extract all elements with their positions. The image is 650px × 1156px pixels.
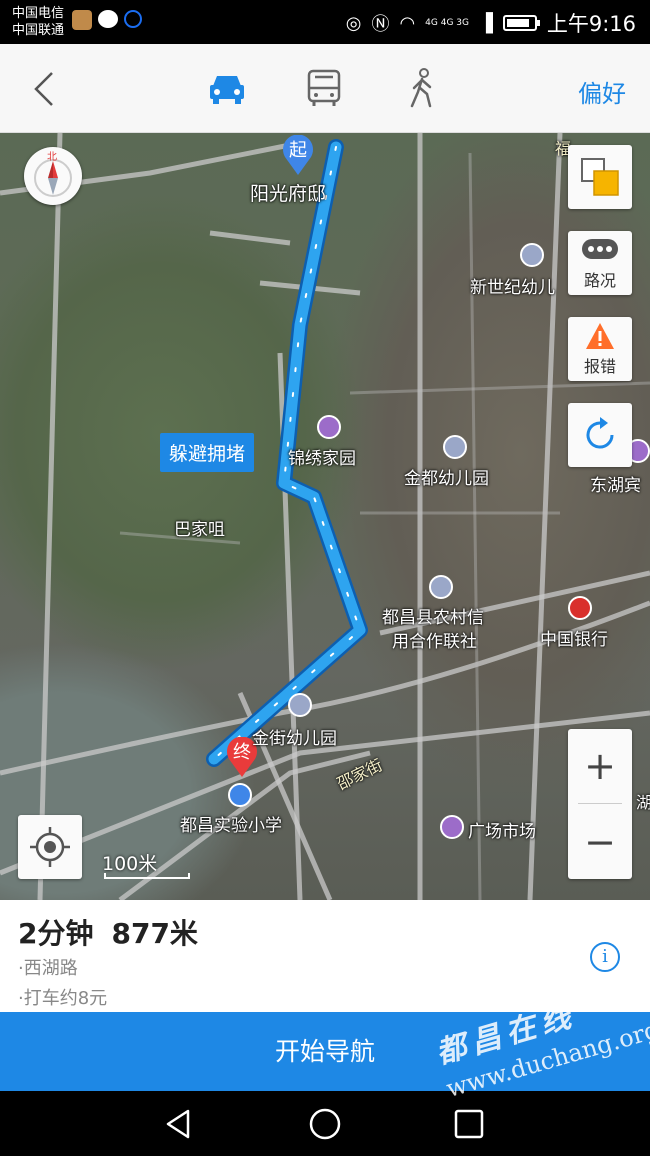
status-bar: 中国电信 中国联通 ◎ Ⓝ ◠ 4G 4G 3G ▐ 上午9:16	[0, 0, 650, 44]
scale-bar	[104, 873, 190, 879]
locate-icon	[30, 827, 70, 867]
home-poi-icon	[317, 415, 341, 439]
nfc-icon: Ⓝ	[371, 14, 390, 35]
location-icon: ◎	[345, 12, 362, 34]
car-icon[interactable]	[205, 68, 249, 108]
notification-icons	[72, 10, 142, 30]
road-network	[0, 133, 650, 900]
report-error-label: 报错	[583, 357, 616, 376]
traffic-label: 路况	[583, 271, 616, 290]
route-main-info: 2分钟 877米	[18, 912, 216, 952]
start-marker[interactable]: 起	[281, 134, 315, 175]
traffic-button[interactable]: 路况	[568, 231, 632, 295]
route-duration: 2分钟	[18, 917, 94, 950]
route-header: 偏好	[0, 44, 650, 133]
status-indicators: ◎ Ⓝ ◠ 4G 4G 3G ▐ 上午9:16	[346, 8, 636, 38]
compass-button[interactable]: 北	[24, 147, 82, 205]
scale-label: 100米	[102, 853, 158, 875]
clock: 上午9:16	[546, 12, 636, 36]
poi-label[interactable]: 都昌县农村信	[382, 603, 484, 628]
poi-label[interactable]: 用合作联社	[392, 627, 477, 652]
chat-app-icon	[98, 10, 118, 28]
carrier-2: 中国联通	[12, 23, 65, 38]
street-label: 湖	[636, 793, 650, 812]
poi-label[interactable]: 金都幼儿园	[404, 464, 489, 489]
network-type: 4G 4G 3G	[425, 18, 469, 28]
back-icon[interactable]	[30, 71, 60, 107]
zoom-out-button[interactable]: −	[568, 805, 632, 879]
zoom-controls: + −	[568, 729, 632, 879]
poi-label[interactable]: 新世纪幼儿	[470, 273, 555, 298]
locate-button[interactable]	[18, 815, 82, 879]
taxi-fare: ·打车约8元	[18, 988, 108, 1009]
market-poi-icon	[440, 815, 464, 839]
home-nav-icon[interactable]	[308, 1107, 342, 1141]
poi-label[interactable]: 广场市场	[468, 817, 536, 842]
bank-of-china-icon	[568, 596, 592, 620]
system-nav-bar	[0, 1091, 650, 1156]
package-app-icon	[72, 10, 92, 30]
traffic-icon	[582, 239, 618, 259]
layers-button[interactable]	[568, 145, 632, 209]
preference-button[interactable]: 偏好	[578, 74, 626, 109]
route-via: ·西湖路	[18, 958, 78, 979]
school-poi-icon	[520, 243, 544, 267]
school-poi-icon	[288, 693, 312, 717]
poi-label[interactable]: 阳光府邸	[250, 179, 326, 206]
bank-poi-icon	[429, 575, 453, 599]
zoom-divider	[578, 803, 622, 804]
warning-icon	[586, 323, 614, 349]
carrier-names: 中国电信 中国联通	[12, 5, 64, 39]
report-error-button[interactable]: 报错	[568, 317, 632, 381]
poi-label[interactable]: 锦绣家园	[288, 444, 356, 469]
back-nav-icon[interactable]	[162, 1107, 196, 1141]
info-icon[interactable]: i	[590, 942, 620, 972]
refresh-icon	[586, 417, 614, 449]
battery-icon	[502, 15, 540, 31]
poi-label[interactable]: 金街幼儿园	[252, 724, 337, 749]
wifi-icon: ◠	[399, 12, 416, 34]
start-marker-label: 起	[289, 140, 307, 161]
carrier-1: 中国电信	[12, 6, 65, 21]
school-poi-icon	[228, 783, 252, 807]
congestion-avoidance-label[interactable]: 躲避拥堵	[160, 433, 255, 472]
recents-nav-icon[interactable]	[452, 1107, 486, 1141]
walk-icon[interactable]	[400, 68, 444, 108]
signal-icon: ▐	[478, 12, 493, 34]
satellite-map[interactable]: 起 终 躲避拥堵 阳光府邸 新世纪幼儿 锦绣家园 金都幼儿园 东湖宾 巴家咀 都…	[0, 133, 650, 900]
poi-label[interactable]: 中国银行	[540, 625, 608, 650]
ring-app-icon	[124, 10, 142, 28]
zoom-in-button[interactable]: +	[568, 729, 632, 803]
route-distance: 877米	[111, 917, 198, 950]
poi-label[interactable]: 都昌实验小学	[180, 811, 282, 836]
refresh-route-button[interactable]	[568, 403, 632, 467]
school-poi-icon	[443, 435, 467, 459]
compass-north-label: 北	[47, 152, 57, 163]
poi-label[interactable]: 东湖宾	[590, 471, 641, 496]
poi-label[interactable]: 巴家咀	[174, 515, 225, 540]
layers-icon	[581, 158, 619, 196]
bus-icon[interactable]	[302, 68, 346, 108]
